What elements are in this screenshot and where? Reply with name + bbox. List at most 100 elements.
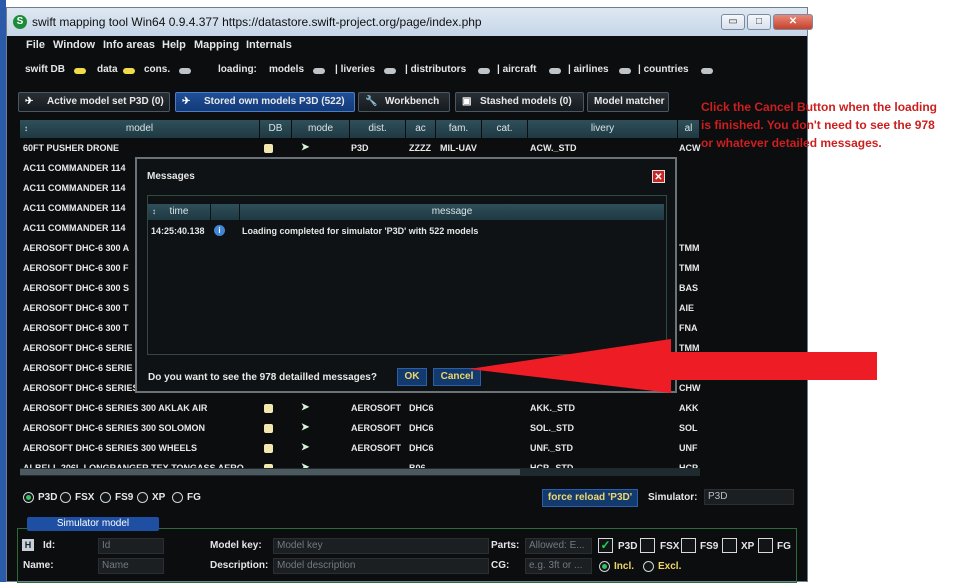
cell-livery: SOL._STD (530, 423, 575, 433)
tab-model-matcher[interactable]: Model matcher (587, 92, 669, 112)
loading-airlines: | airlines (568, 64, 609, 75)
simulator-value-field[interactable]: P3D (704, 489, 794, 505)
cell-model: AEROSOFT DHC-6 SERIES 300 WHEELS (23, 443, 198, 453)
cell-model: AEROSOFT DHC-6 300 A (23, 243, 130, 253)
window-close-button[interactable]: ✕ (773, 14, 813, 30)
menu-info-areas[interactable]: Info areas (103, 39, 155, 51)
parts-field[interactable]: Allowed: E... (525, 538, 592, 554)
checkbox-fg[interactable] (758, 538, 773, 553)
cell-al: UNF (679, 443, 698, 453)
menu-help[interactable]: Help (162, 39, 186, 51)
column-ac[interactable]: ac (406, 120, 436, 138)
tab-stored-own-models[interactable]: ✈ Stored own models P3D (522) (175, 92, 355, 112)
menu-mapping[interactable]: Mapping (194, 39, 239, 51)
status-loading: loading: (218, 64, 257, 75)
cell-model: AEROSOFT DHC-6 SERIES 300 SOLOMON (23, 423, 206, 433)
menu-file[interactable]: File (26, 39, 45, 51)
cg-label: CG: (491, 560, 510, 571)
column-message[interactable]: message (240, 204, 664, 220)
column-model[interactable]: ↕ model (20, 120, 260, 138)
checkbox-xp[interactable] (722, 538, 737, 553)
table-row[interactable]: AEROSOFT DHC-6 SERIES 300 WHEELS AEROSOFT… (20, 440, 700, 459)
id-field[interactable]: Id (98, 538, 164, 554)
tab-active-model-set[interactable]: ✈ Active model set P3D (0) (18, 92, 170, 112)
airplane-icon: ✈ (25, 96, 34, 107)
radio-fsx[interactable] (60, 492, 71, 503)
column-dist[interactable]: dist. (350, 120, 406, 138)
id-label: Id: (43, 540, 56, 551)
simulator-model-section (17, 528, 797, 583)
airplane-icon: ➤ (301, 142, 310, 153)
column-db[interactable]: DB (260, 120, 292, 138)
maximize-button[interactable]: □ (747, 14, 771, 30)
checkbox-fs9[interactable] (681, 538, 696, 553)
table-row[interactable]: AEROSOFT DHC-6 SERIES 300 SOLOMON AEROSOF… (20, 420, 700, 439)
column-fam[interactable]: fam. (436, 120, 482, 138)
simulator-label: Simulator: (648, 492, 698, 503)
cell-livery: ACW._STD (530, 143, 577, 153)
force-reload-button[interactable]: force reload 'P3D' (542, 489, 638, 507)
menu-window[interactable]: Window (53, 39, 95, 51)
database-icon: ▣ (462, 96, 472, 107)
cell-al: TMM (679, 263, 700, 273)
radio-p3d[interactable] (23, 492, 34, 503)
radio-incl[interactable] (599, 561, 610, 572)
dialog-close-icon[interactable]: ✕ (652, 170, 665, 183)
cell-al: SOL (679, 423, 698, 433)
ok-button[interactable]: OK (397, 368, 427, 386)
countries-indicator-icon (701, 68, 713, 74)
cg-field[interactable]: e.g. 3ft or ... (525, 558, 592, 574)
radio-excl[interactable] (643, 561, 654, 572)
description-field[interactable]: Model description (273, 558, 489, 574)
radio-fg[interactable] (172, 492, 183, 503)
radio-xp[interactable] (137, 492, 148, 503)
description-label: Description: (210, 560, 269, 571)
cell-dist: AEROSOFT (351, 403, 402, 413)
column-time[interactable]: ↕ time (148, 204, 210, 220)
checkbox-p3d[interactable]: ✓ (598, 538, 613, 553)
airplane-icon: ➤ (301, 442, 310, 453)
column-livery[interactable]: livery (528, 120, 678, 138)
checkbox-fsx[interactable] (640, 538, 655, 553)
models-indicator-icon (313, 68, 325, 74)
cell-model: 60FT PUSHER DRONE (23, 143, 120, 153)
tab-workbench[interactable]: 🔧 Workbench (358, 92, 450, 112)
column-type[interactable] (211, 204, 239, 220)
cell-ac: DHC6 (409, 443, 434, 453)
data-indicator-icon (123, 68, 135, 74)
name-label: Name: (23, 560, 54, 571)
info-icon: i (214, 225, 225, 236)
check-label-fg: FG (777, 541, 791, 552)
dialog-title: Messages (147, 171, 195, 182)
tab-stashed-models[interactable]: ▣ Stashed models (0) (455, 92, 584, 112)
minimize-button[interactable]: ▭ (721, 14, 745, 30)
column-cat[interactable]: cat. (482, 120, 528, 138)
airplane-icon: ➤ (301, 422, 310, 433)
loading-countries: | countries (638, 64, 689, 75)
scrollbar-thumb[interactable] (20, 469, 520, 475)
table-horizontal-scrollbar[interactable] (20, 468, 700, 476)
menu-internals[interactable]: Internals (246, 39, 292, 51)
cell-model: AC11 COMMANDER 114 (23, 183, 126, 193)
title-bar[interactable]: S swift mapping tool Win64 0.9.4.377 htt… (7, 8, 813, 36)
airplane-icon: ✈ (182, 96, 191, 107)
cell-fam: MIL-UAV (440, 143, 477, 153)
model-key-field[interactable]: Model key (273, 538, 489, 554)
column-al[interactable]: al (678, 120, 700, 138)
name-field[interactable]: Name (98, 558, 164, 574)
annotation-text: Click the Cancel Button when the loading… (701, 100, 938, 150)
cell-livery: AKK._STD (530, 403, 576, 413)
check-label-fs9: FS9 (700, 541, 719, 552)
column-mode[interactable]: mode (292, 120, 350, 138)
swift-app-icon: S (13, 15, 27, 29)
wrench-icon: 🔧 (365, 96, 378, 107)
airlines-indicator-icon (619, 68, 631, 74)
cell-al: AKK (679, 403, 699, 413)
dialog-question: Do you want to see the 978 detailled mes… (148, 372, 377, 383)
radio-fs9[interactable] (100, 492, 111, 503)
status-data: data (97, 64, 118, 75)
sort-icon: ↕ (152, 207, 156, 216)
cell-dist: AEROSOFT (351, 423, 402, 433)
window-title: swift mapping tool Win64 0.9.4.377 https… (32, 15, 482, 29)
table-row[interactable]: AEROSOFT DHC-6 SERIES 300 AKLAK AIR AEROS… (20, 400, 700, 419)
